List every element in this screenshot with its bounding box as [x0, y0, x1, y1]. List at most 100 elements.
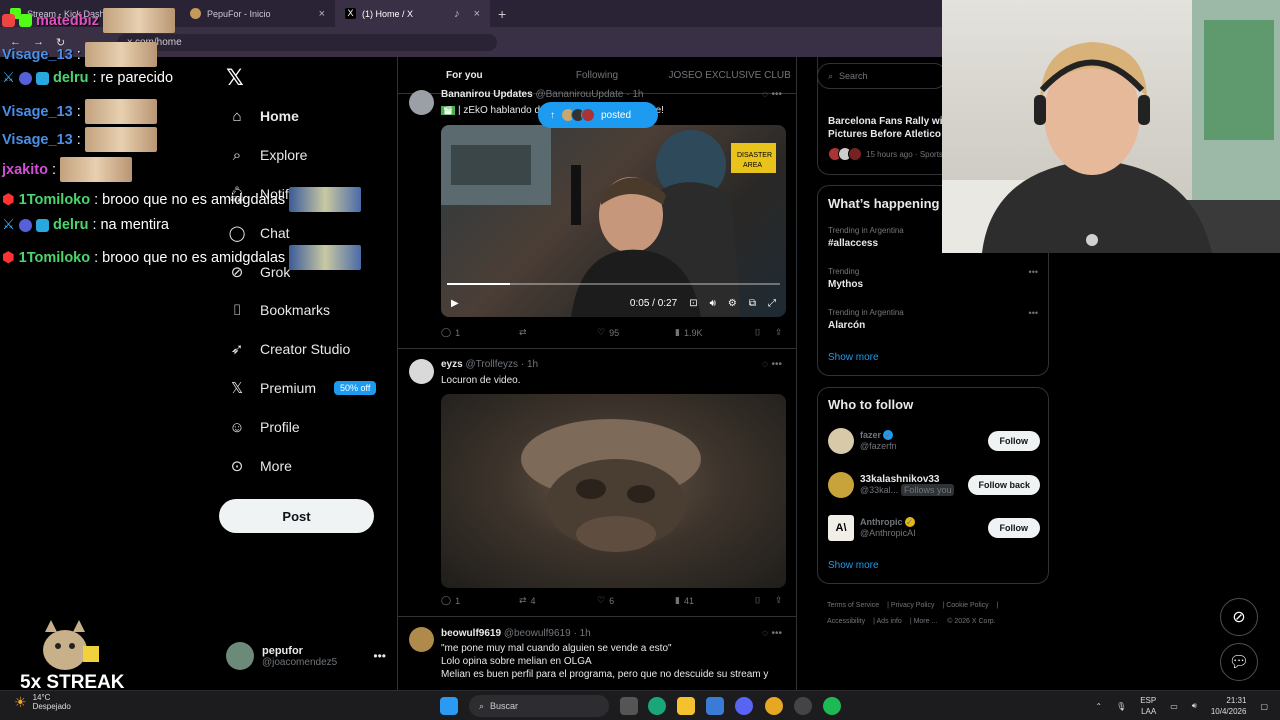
- fullscreen-icon[interactable]: ⤢: [768, 298, 776, 309]
- repost-button[interactable]: ⇄ 4: [519, 595, 597, 606]
- mic-icon[interactable]: 🎙︎: [1116, 702, 1126, 711]
- video-player[interactable]: DISASTER AREA ▶ 0:05 / 0:27 ⊡ 🔊︎ ⚙ ⧉ ⤢: [441, 125, 786, 317]
- spotify-icon[interactable]: [823, 697, 841, 715]
- footer-link[interactable]: Cookie Policy: [946, 602, 988, 609]
- pip-icon[interactable]: ⧉: [749, 298, 756, 309]
- grok-icon[interactable]: ◌: [762, 359, 768, 370]
- new-posts-pill[interactable]: ↑ posted: [538, 102, 658, 128]
- chat-separator: :: [92, 217, 97, 233]
- chrome-icon[interactable]: [765, 697, 783, 715]
- grok-icon[interactable]: ◌: [762, 628, 768, 639]
- messages-fab-icon[interactable]: 💬︎: [1220, 643, 1258, 681]
- start-windows-icon[interactable]: [440, 697, 458, 715]
- nav-more[interactable]: ⊙ More: [228, 454, 292, 478]
- badge-icon: [19, 218, 32, 232]
- chat-message: ⬢ 1Tomiloko: brooo que no es amidgdalas: [2, 187, 362, 212]
- follow-suggestion[interactable]: A\ Anthropic ✓ @AnthropicAI Follow: [828, 515, 1040, 541]
- author-name[interactable]: beowulf9619: [441, 628, 501, 639]
- more-dots-icon[interactable]: •••: [1029, 308, 1038, 318]
- network-icon[interactable]: ▭: [1170, 702, 1178, 711]
- footer-link[interactable]: Privacy Policy: [891, 602, 935, 609]
- share-button[interactable]: ⇪: [775, 595, 783, 606]
- more-dots-icon[interactable]: •••: [771, 89, 782, 100]
- grok-icon[interactable]: ◌: [762, 89, 768, 100]
- share-button[interactable]: ⇪: [775, 327, 783, 338]
- show-more-link[interactable]: Show more: [828, 352, 879, 363]
- weather-widget[interactable]: ☀ 14°C Despejado: [14, 693, 71, 711]
- play-icon[interactable]: ▶: [451, 298, 459, 309]
- close-tab-icon[interactable]: ×: [474, 8, 480, 20]
- grok-fab-icon[interactable]: ⊘: [1220, 598, 1258, 636]
- follow-button[interactable]: Follow: [987, 431, 1040, 451]
- task-view-icon[interactable]: [620, 697, 638, 715]
- follow-back-button[interactable]: Follow back: [968, 475, 1040, 495]
- more-dots-icon[interactable]: •••: [771, 628, 782, 639]
- footer-link[interactable]: Terms of Service: [827, 602, 879, 609]
- more-dots-icon[interactable]: •••: [373, 649, 386, 663]
- tweet[interactable]: beowulf9619 @beowulf9619 · 1h ◌ ••• "me …: [398, 617, 796, 690]
- follow-suggestion[interactable]: fazer ✓ @fazerfn Follow: [828, 428, 1040, 454]
- x-logo-icon[interactable]: 𝕏: [226, 65, 244, 91]
- weather-desc: Despejado: [32, 702, 71, 711]
- mute-icon[interactable]: ♪: [454, 8, 460, 20]
- more-dots-icon[interactable]: •••: [771, 359, 782, 370]
- discord-icon[interactable]: [735, 697, 753, 715]
- url-field[interactable]: x.com/home: [117, 33, 498, 51]
- post-button[interactable]: Post: [219, 499, 374, 533]
- nav-profile[interactable]: ☺ Profile: [228, 415, 299, 439]
- views-button[interactable]: ▮ 1.9K: [675, 327, 755, 338]
- footer-link[interactable]: Ads info: [877, 618, 902, 625]
- reply-button[interactable]: ◯ 1: [441, 595, 519, 606]
- avatar: [409, 359, 434, 384]
- author-name[interactable]: eyzs: [441, 359, 463, 370]
- account-switcher[interactable]: pepufor @joacomendez5 •••: [226, 642, 386, 670]
- bookmark-icon: ⌷: [755, 595, 761, 605]
- trend-item[interactable]: Trending Mythos •••: [828, 267, 1038, 290]
- new-tab-button[interactable]: +: [490, 6, 514, 22]
- tab-x-home[interactable]: X (1) Home / X ♪ ×: [335, 0, 490, 27]
- taskbar-search-input[interactable]: ⌕ Buscar: [469, 695, 609, 717]
- taskbar-search-placeholder: Buscar: [490, 701, 519, 711]
- like-button[interactable]: ♡ 95: [597, 327, 675, 338]
- volume-icon[interactable]: 🔊︎: [1192, 701, 1197, 711]
- tweet[interactable]: eyzs @Trollfeyzs · 1h ◌ ••• Locuron de v…: [398, 349, 796, 617]
- volume-icon[interactable]: 🔊︎: [710, 298, 716, 309]
- footer-links: Terms of Service | Privacy Policy | Cookie…: [827, 602, 999, 625]
- obs-icon[interactable]: [794, 697, 812, 715]
- tab-pepufor[interactable]: PepuFor - Inicio ×: [180, 0, 335, 27]
- nav-creator-studio[interactable]: ➶ Creator Studio: [228, 337, 351, 361]
- show-more-link[interactable]: Show more: [828, 560, 879, 571]
- nav-explore[interactable]: ⌕ Explore: [228, 143, 308, 167]
- chevron-up-icon[interactable]: ⌃: [1095, 702, 1102, 711]
- more-dots-icon[interactable]: •••: [1029, 267, 1038, 277]
- reply-button[interactable]: ◯ 1: [441, 327, 519, 338]
- follow-suggestion[interactable]: 33kalashnikov33 @33kal... Follows you Fo…: [828, 472, 1040, 498]
- bookmark-button[interactable]: ⌷: [755, 595, 775, 606]
- settings-icon[interactable]: ⚙: [728, 298, 737, 309]
- video-progress-track[interactable]: [447, 283, 780, 285]
- bookmark-button[interactable]: ⌷: [755, 327, 775, 338]
- footer-link[interactable]: Accessibility: [827, 618, 865, 625]
- store-icon[interactable]: [706, 697, 724, 715]
- repost-button[interactable]: ⇄: [519, 327, 597, 338]
- follow-button[interactable]: Follow: [987, 518, 1040, 538]
- views-button[interactable]: ▮ 41: [675, 595, 755, 606]
- close-tab-icon[interactable]: ×: [319, 8, 325, 20]
- author-name[interactable]: Bananirou Updates: [441, 89, 533, 100]
- video-player[interactable]: [441, 394, 786, 588]
- nav-home[interactable]: ⌂ Home: [228, 104, 298, 128]
- who-to-follow-title: Who to follow: [828, 397, 914, 412]
- language-layout: LAA: [1141, 707, 1157, 716]
- file-explorer-icon[interactable]: [677, 697, 695, 715]
- nav-premium[interactable]: 𝕏 Premium 50% off: [228, 376, 377, 400]
- nav-bookmarks[interactable]: ⌷ Bookmarks: [228, 298, 330, 322]
- notifications-icon[interactable]: ▢: [1260, 702, 1268, 711]
- clock[interactable]: 21:31 10/4/2026: [1211, 695, 1247, 717]
- like-button[interactable]: ♡ 6: [597, 595, 675, 606]
- nav-chat[interactable]: ◯ Chat: [228, 221, 290, 245]
- edge-icon[interactable]: [648, 697, 666, 715]
- captions-icon[interactable]: ⊡: [689, 298, 697, 309]
- footer-link[interactable]: More ...: [914, 618, 938, 625]
- trend-item[interactable]: Trending in Argentina Alarcón •••: [828, 308, 1038, 331]
- language-indicator[interactable]: ESP LAA: [1140, 695, 1156, 717]
